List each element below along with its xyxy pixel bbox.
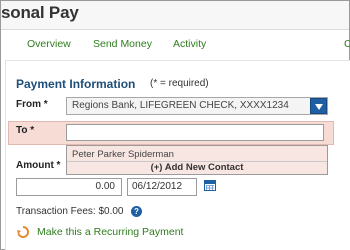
refresh-icon[interactable] [16, 225, 30, 239]
page-header: sonal Pay [1, 1, 349, 30]
amount-field[interactable]: 0.00 [16, 178, 122, 196]
recurring-payment-link[interactable]: Make this a Recurring Payment [37, 226, 183, 238]
page-title: sonal Pay [1, 3, 79, 22]
calendar-icon-grid [206, 185, 214, 190]
suggestion-item[interactable]: Peter Parker Spiderman [72, 149, 174, 160]
amount-label: Amount * [16, 160, 61, 171]
nav-tabs: Overview Send Money Activity C [1, 31, 350, 59]
help-icon[interactable]: ? [131, 206, 142, 217]
required-note: (* = required) [150, 78, 209, 89]
calendar-icon[interactable] [204, 180, 216, 191]
date-field[interactable]: 06/12/2012 [127, 178, 197, 196]
to-recipient-input[interactable] [66, 124, 324, 141]
from-account-select[interactable]: Regions Bank, LIFEGREEN CHECK, XXXX1234 [66, 97, 328, 115]
from-label: From * [16, 99, 48, 110]
tab-overview[interactable]: Overview [27, 38, 71, 50]
section-title: Payment Information [16, 77, 136, 91]
tab-send-money[interactable]: Send Money [93, 38, 152, 50]
tab-next-partial[interactable]: C [344, 38, 350, 50]
transaction-fees: Transaction Fees: $0.00 [16, 206, 124, 217]
tab-activity[interactable]: Activity [173, 38, 206, 50]
to-label: To * [16, 125, 35, 136]
chevron-down-icon[interactable] [310, 98, 327, 114]
calendar-icon-header [205, 181, 215, 184]
add-new-contact-button[interactable]: (+) Add New Contact [67, 162, 327, 173]
recipient-suggestions: Peter Parker Spiderman (+) Add New Conta… [66, 145, 328, 175]
